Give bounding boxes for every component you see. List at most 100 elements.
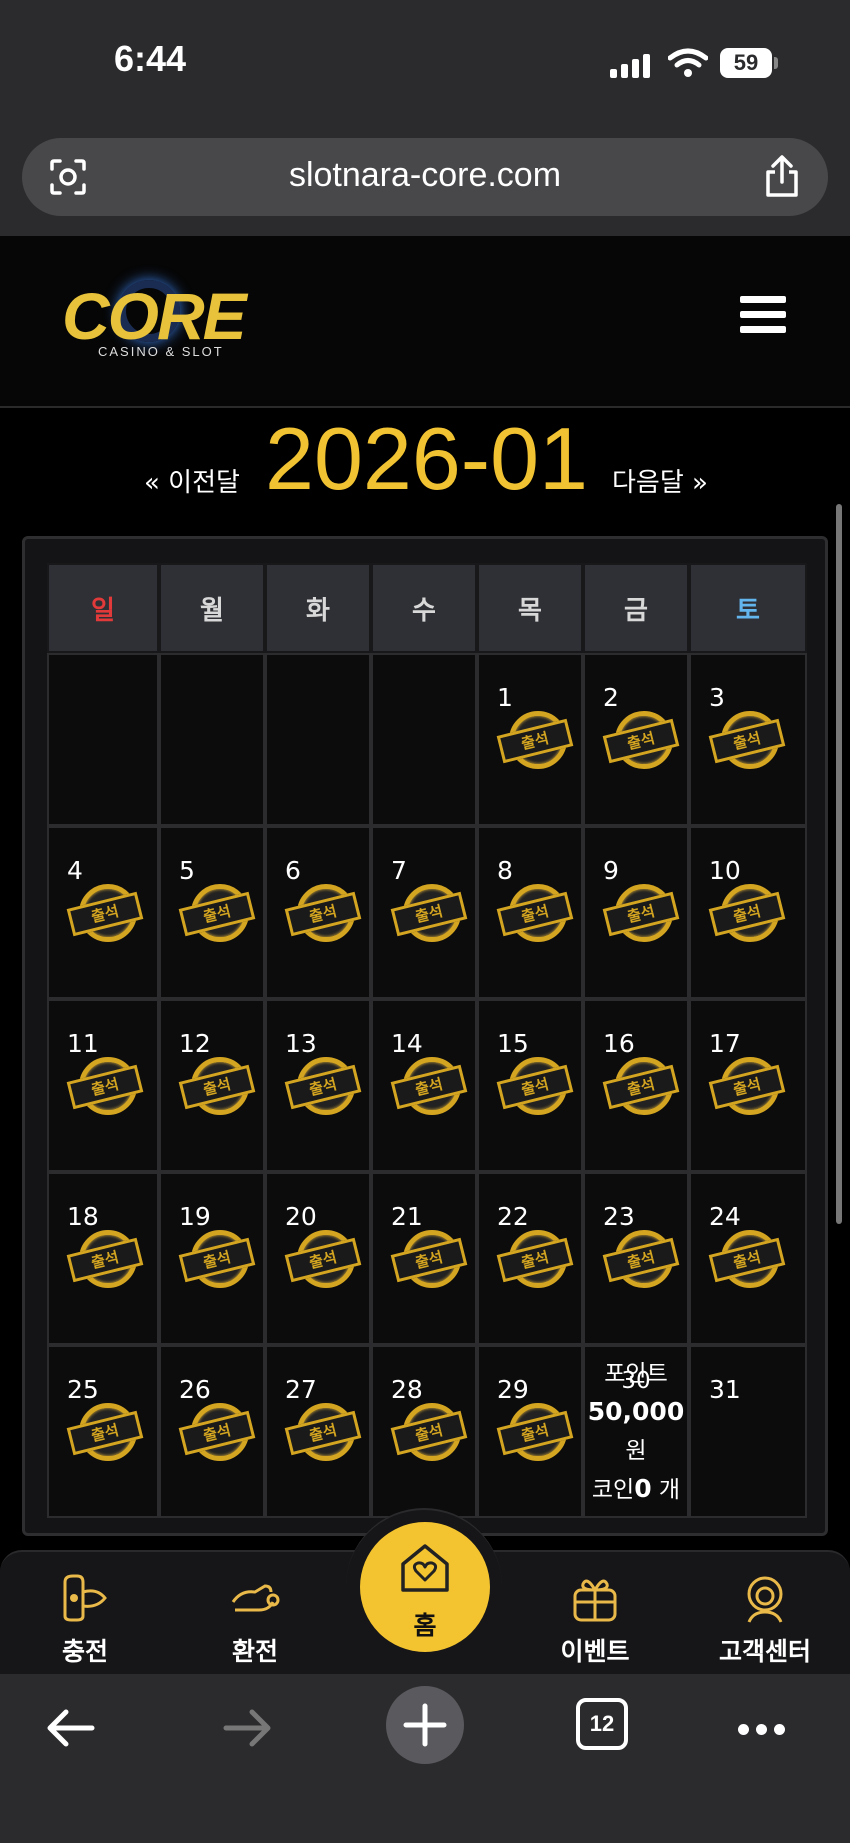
gift-icon — [573, 1579, 617, 1622]
attendance-stamp-icon: 출석 — [496, 1057, 574, 1123]
nav-event[interactable]: 이벤트 — [545, 1552, 645, 1674]
calendar-week-row: 25 출석 26 출석 27 출석 28 출석 29 출석 포인트 30 50,000 원 코인0 개 31 — [47, 1345, 807, 1518]
day-number: 23 — [603, 1202, 635, 1231]
day-number: 5 — [179, 856, 195, 885]
attendance-stamp-icon: 출석 — [390, 1057, 468, 1123]
more-options-icon[interactable] — [738, 1720, 794, 1735]
calendar-day-29: 29 출석 — [477, 1345, 583, 1518]
weekday-1: 월 — [159, 563, 265, 653]
prev-month-link[interactable]: « 이전달 — [144, 462, 240, 499]
web-page: CORE CASINO & SLOT « 이전달 2026-01 다음달 » 일… — [0, 236, 850, 1674]
attendance-stamp-icon: 출석 — [66, 1403, 144, 1469]
home-button[interactable]: 홈 — [360, 1522, 490, 1652]
day-number: 17 — [709, 1029, 741, 1058]
url-text[interactable]: slotnara-core.com — [22, 156, 828, 195]
calendar-day-today: 포인트 30 50,000 원 코인0 개 — [583, 1345, 689, 1518]
day-number: 9 — [603, 856, 619, 885]
calendar-day-6: 6 출석 — [265, 826, 371, 999]
calendar-day-1: 1 출석 — [477, 653, 583, 826]
nav-exchange-label: 환전 — [231, 1637, 278, 1666]
calendar-day-16: 16 출석 — [583, 999, 689, 1172]
attendance-stamp-icon: 출석 — [708, 1230, 786, 1296]
hamburger-menu-icon[interactable] — [740, 296, 786, 336]
core-logo[interactable]: CORE CASINO & SLOT — [62, 278, 272, 368]
today-day-number: 30 — [621, 1368, 651, 1394]
today-point-info: 포인트 30 50,000 원 코인0 개 — [585, 1355, 687, 1509]
calendar-day-15: 15 출석 — [477, 999, 583, 1172]
weekday-6: 토 — [689, 563, 807, 653]
next-month-link[interactable]: 다음달 » — [612, 462, 708, 499]
calendar-empty-cell — [159, 653, 265, 826]
day-number: 25 — [67, 1375, 99, 1404]
nav-charge-label: 충전 — [61, 1637, 108, 1666]
calendar-day-20: 20 출석 — [265, 1172, 371, 1345]
browser-toolbar: 12 — [0, 1674, 850, 1843]
calendar-grid: 1 출석 2 출석 3 출석 4 출석 5 출석 6 출석 7 출석 8 출석 9 출석 10 출석 11 출석 12 출석 1… — [47, 653, 807, 1518]
calendar-day-8: 8 출석 — [477, 826, 583, 999]
calendar-empty-cell — [371, 653, 477, 826]
attendance-stamp-icon: 출석 — [390, 1403, 468, 1469]
page-scrollbar[interactable] — [836, 504, 842, 1224]
address-bar[interactable]: slotnara-core.com — [22, 138, 828, 216]
attendance-stamp-icon: 출석 — [602, 1230, 680, 1296]
bottom-app-nav: 충전 환전 홈 이벤트 고객센터 — [0, 1508, 850, 1674]
calendar-day-7: 7 출석 — [371, 826, 477, 999]
weekday-4: 목 — [477, 563, 583, 653]
attendance-stamp-icon: 출석 — [284, 1230, 362, 1296]
plus-icon — [403, 1703, 447, 1747]
day-number: 12 — [179, 1029, 211, 1058]
attendance-stamp-icon: 출석 — [178, 1403, 256, 1469]
day-number: 3 — [709, 683, 725, 712]
forward-arrow-icon[interactable] — [218, 1698, 278, 1758]
calendar-day-19: 19 출석 — [159, 1172, 265, 1345]
calendar-day-4: 4 출석 — [47, 826, 159, 999]
calendar-day-24: 24 출석 — [689, 1172, 807, 1345]
calendar-day-18: 18 출석 — [47, 1172, 159, 1345]
calendar-day-25: 25 출석 — [47, 1345, 159, 1518]
day-number: 2 — [603, 683, 619, 712]
battery-indicator: 59 — [720, 48, 772, 78]
calendar-day-5: 5 출석 — [159, 826, 265, 999]
calendar-week-row: 18 출석 19 출석 20 출석 21 출석 22 출석 23 출석 24 출석 — [47, 1172, 807, 1345]
attendance-stamp-icon: 출석 — [284, 1403, 362, 1469]
back-arrow-icon[interactable] — [40, 1698, 100, 1758]
cellular-signal-icon — [610, 54, 652, 78]
calendar-empty-cell — [47, 653, 159, 826]
charge-icon — [63, 1574, 107, 1622]
nav-support[interactable]: 고객센터 — [700, 1552, 830, 1674]
nav-exchange[interactable]: 환전 — [200, 1552, 310, 1674]
calendar-empty-cell — [265, 653, 371, 826]
attendance-stamp-icon: 출석 — [284, 1057, 362, 1123]
attendance-calendar: 일월화수목금토 1 출석 2 출석 3 출석 4 출석 5 출석 6 출석 7 출석 8 출석 9 출석 10 출석 1… — [22, 536, 828, 1536]
wifi-icon — [668, 48, 708, 77]
logo-tagline: CASINO & SLOT — [98, 344, 224, 359]
attendance-stamp-icon: 출석 — [390, 1230, 468, 1296]
day-number: 26 — [179, 1375, 211, 1404]
day-number: 13 — [285, 1029, 317, 1058]
share-icon[interactable] — [762, 154, 802, 198]
calendar-day-11: 11 출석 — [47, 999, 159, 1172]
home-heart-icon — [401, 1544, 449, 1592]
day-number: 27 — [285, 1375, 317, 1404]
day-number: 7 — [391, 856, 407, 885]
attendance-stamp-icon: 출석 — [708, 711, 786, 777]
attendance-stamp-icon: 출석 — [178, 1057, 256, 1123]
tabs-button[interactable]: 12 — [576, 1698, 628, 1750]
nav-support-label: 고객센터 — [718, 1637, 811, 1666]
calendar-day-27: 27 출석 — [265, 1345, 371, 1518]
home-label: 홈 — [413, 1611, 437, 1640]
new-tab-button[interactable] — [386, 1686, 464, 1764]
attendance-stamp-icon: 출석 — [708, 1057, 786, 1123]
weekday-2: 화 — [265, 563, 371, 653]
day-number: 1 — [497, 683, 513, 712]
coin-info: 코인0 개 — [591, 1474, 681, 1503]
weekday-3: 수 — [371, 563, 477, 653]
day-number: 11 — [67, 1029, 99, 1058]
point-unit: 원 — [625, 1438, 647, 1464]
day-number: 28 — [391, 1375, 423, 1404]
calendar-day-10: 10 출석 — [689, 826, 807, 999]
nav-charge[interactable]: 충전 — [30, 1552, 140, 1674]
calendar-day-28: 28 출석 — [371, 1345, 477, 1518]
calendar-day-31: 31 — [689, 1345, 807, 1518]
calendar-day-12: 12 출석 — [159, 999, 265, 1172]
